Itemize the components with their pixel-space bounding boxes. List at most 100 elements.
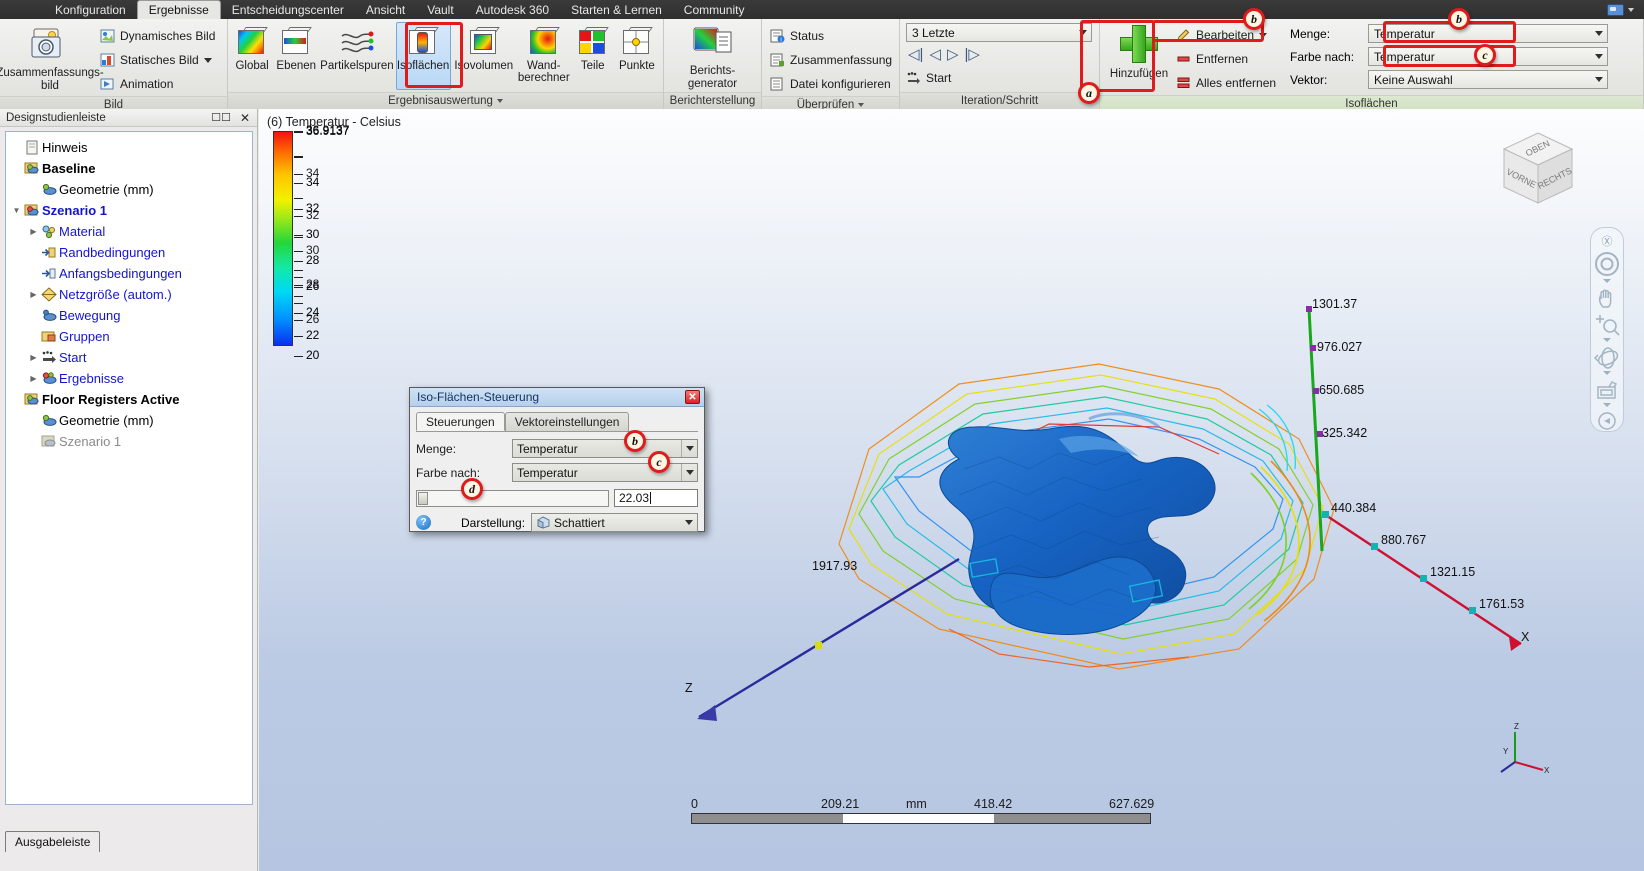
- alles-entfernen-button[interactable]: Alles entfernen: [1172, 71, 1290, 95]
- tree-item-netzgroesse[interactable]: ▶ Netzgröße (autom.): [10, 284, 252, 305]
- undock-icon[interactable]: ☐☐: [211, 111, 231, 125]
- chevron-down-icon[interactable]: [1603, 279, 1611, 284]
- tab-entscheidungscenter[interactable]: Entscheidungscenter: [221, 0, 355, 19]
- tree-item-material[interactable]: ▶ Material: [10, 221, 252, 242]
- chevron-down-icon[interactable]: ▼: [10, 206, 23, 215]
- chevron-down-icon[interactable]: [203, 57, 212, 63]
- rewind-icon[interactable]: [1594, 410, 1620, 431]
- animation-button[interactable]: Animation: [96, 72, 219, 96]
- dialog-menge-combo[interactable]: Temperatur: [512, 439, 698, 458]
- chevron-down-icon[interactable]: [681, 440, 697, 457]
- tab-community[interactable]: Community: [673, 0, 756, 19]
- step-forward-icon[interactable]: ▷: [947, 45, 959, 63]
- chevron-down-icon[interactable]: [1591, 71, 1607, 88]
- hinzufuegen-button[interactable]: Hinzufügen: [1106, 21, 1172, 81]
- chevron-right-icon[interactable]: ▶: [27, 374, 40, 383]
- zusammenfassungsbild-button[interactable]: Zusammenfassungs-bild: [0, 22, 104, 93]
- bearbeiten-button[interactable]: Bearbeiten: [1172, 23, 1290, 47]
- chevron-right-icon[interactable]: ▶: [27, 227, 40, 236]
- close-icon[interactable]: Ⓧ: [1594, 234, 1620, 248]
- punkte-button[interactable]: Punkte: [615, 22, 659, 90]
- chevron-right-icon[interactable]: ▶: [27, 353, 40, 362]
- tab-steuerungen[interactable]: Steuerungen: [416, 412, 505, 431]
- camera-view-icon[interactable]: [1594, 378, 1620, 403]
- tree-item-floor-registers-active[interactable]: Floor Registers Active: [10, 389, 252, 410]
- global-button[interactable]: Global: [230, 22, 274, 90]
- tab-konfiguration[interactable]: Konfiguration: [44, 0, 137, 19]
- pan-hand-icon[interactable]: [1594, 286, 1620, 311]
- tree-item-geometrie-2[interactable]: Geometrie (mm): [10, 410, 252, 431]
- statisches-bild-button[interactable]: Statisches Bild: [96, 48, 219, 72]
- chevron-down-icon[interactable]: [681, 464, 697, 481]
- chevron-down-icon[interactable]: [1603, 338, 1611, 343]
- tab-vault[interactable]: Vault: [416, 0, 464, 19]
- start-button[interactable]: Start: [906, 66, 955, 90]
- chevron-down-icon[interactable]: [1603, 370, 1611, 375]
- tree-item-hinweis[interactable]: Hinweis: [10, 137, 252, 158]
- teile-button[interactable]: Teile: [571, 22, 615, 90]
- panel-berichterstellung-title: Berichterstellung: [664, 92, 761, 109]
- tree-item-anfangsbedingungen[interactable]: Anfangsbedingungen: [10, 263, 252, 284]
- zoom-icon[interactable]: [1594, 313, 1620, 338]
- close-icon[interactable]: ✕: [685, 390, 700, 404]
- datei-konfigurieren-button[interactable]: Datei konfigurieren: [766, 72, 896, 96]
- partikelspuren-button[interactable]: Partikelspuren: [318, 22, 395, 90]
- iteration-combo[interactable]: 3 Letzte: [906, 23, 1092, 42]
- ausgabeleiste-tab[interactable]: Ausgabeleiste: [5, 831, 101, 852]
- skip-last-icon[interactable]: |▷: [965, 45, 980, 63]
- view-cube[interactable]: OBEN VORNE RECHTS: [1492, 127, 1584, 219]
- navigation-toolbar[interactable]: Ⓧ: [1590, 227, 1624, 432]
- help-icon[interactable]: ?: [416, 515, 431, 530]
- tab-ergebnisse[interactable]: Ergebnisse: [136, 0, 221, 19]
- tree-item-start[interactable]: ▶ Start: [10, 347, 252, 368]
- close-icon[interactable]: ✕: [240, 111, 250, 125]
- berichtsgenerator-button[interactable]: Berichts-generator: [668, 22, 757, 91]
- chevron-right-icon[interactable]: ▶: [27, 290, 40, 299]
- chevron-down-icon[interactable]: [1259, 32, 1268, 38]
- dock-title-bar: Designstudienleiste ☐☐ ✕: [0, 109, 257, 127]
- design-study-tree[interactable]: Hinweis Baseline Geometrie (mm) ▼ Szenar…: [5, 131, 253, 805]
- tree-item-baseline[interactable]: Baseline: [10, 158, 252, 179]
- dialog-farbe-nach-combo[interactable]: Temperatur: [512, 463, 698, 482]
- tree-item-szenario-1-inactive[interactable]: Szenario 1: [10, 431, 252, 452]
- ebenen-button[interactable]: Ebenen: [274, 22, 318, 90]
- entfernen-button[interactable]: Entfernen: [1172, 47, 1290, 71]
- tree-item-randbedingungen[interactable]: Randbedingungen: [10, 242, 252, 263]
- step-back-icon[interactable]: ◁: [929, 45, 941, 63]
- chevron-down-icon[interactable]: [858, 103, 865, 107]
- tree-item-szenario-1[interactable]: ▼ Szenario 1: [10, 200, 252, 221]
- slider-thumb[interactable]: [418, 491, 428, 505]
- status-button[interactable]: i Status: [766, 24, 896, 48]
- tree-item-ergebnisse[interactable]: ▶ Ergebnisse: [10, 368, 252, 389]
- skip-first-icon[interactable]: ◁|: [908, 45, 923, 63]
- menge-combo[interactable]: Temperatur: [1368, 24, 1608, 43]
- tab-starten-lernen[interactable]: Starten & Lernen: [560, 0, 673, 19]
- chevron-down-icon[interactable]: [1075, 24, 1091, 41]
- ribbon-display-icon[interactable]: [1607, 3, 1624, 16]
- tab-vektoreinstellungen[interactable]: Vektoreinstellungen: [504, 412, 630, 431]
- tree-item-geometrie-1[interactable]: Geometrie (mm): [10, 179, 252, 200]
- tab-autodesk-360[interactable]: Autodesk 360: [465, 0, 560, 19]
- dynamisches-bild-button[interactable]: Dynamisches Bild: [96, 24, 219, 48]
- tree-item-bewegung[interactable]: Bewegung: [10, 305, 252, 326]
- tree-item-gruppen[interactable]: Gruppen: [10, 326, 252, 347]
- isovolumen-button[interactable]: Isovolumen: [451, 22, 517, 90]
- chevron-down-icon[interactable]: [1628, 7, 1634, 12]
- chevron-down-icon[interactable]: [1591, 25, 1607, 42]
- isoflaechen-button[interactable]: Isoflächen: [395, 22, 451, 90]
- chevron-down-icon[interactable]: [1603, 403, 1611, 408]
- chevron-down-icon[interactable]: [681, 514, 697, 531]
- iso-value-input[interactable]: 22.03: [614, 489, 698, 507]
- panel-ergebnisauswertung-title[interactable]: Ergebnisauswertung: [228, 92, 663, 109]
- vektor-combo[interactable]: Keine Auswahl: [1368, 70, 1608, 89]
- zusammenfassung-button[interactable]: Zusammenfassung: [766, 48, 896, 72]
- chevron-down-icon[interactable]: [496, 99, 503, 103]
- steering-wheel-icon[interactable]: [1594, 250, 1620, 278]
- orbit-icon[interactable]: [1594, 345, 1620, 370]
- chevron-down-icon[interactable]: [1591, 48, 1607, 65]
- wandberechner-button[interactable]: Wand-berechner: [517, 22, 571, 90]
- dialog-title-bar[interactable]: Iso-Flächen-Steuerung ✕: [410, 388, 704, 407]
- iso-value-slider[interactable]: [416, 489, 609, 507]
- tab-ansicht[interactable]: Ansicht: [355, 0, 416, 19]
- darstellung-combo[interactable]: Schattiert: [531, 513, 698, 532]
